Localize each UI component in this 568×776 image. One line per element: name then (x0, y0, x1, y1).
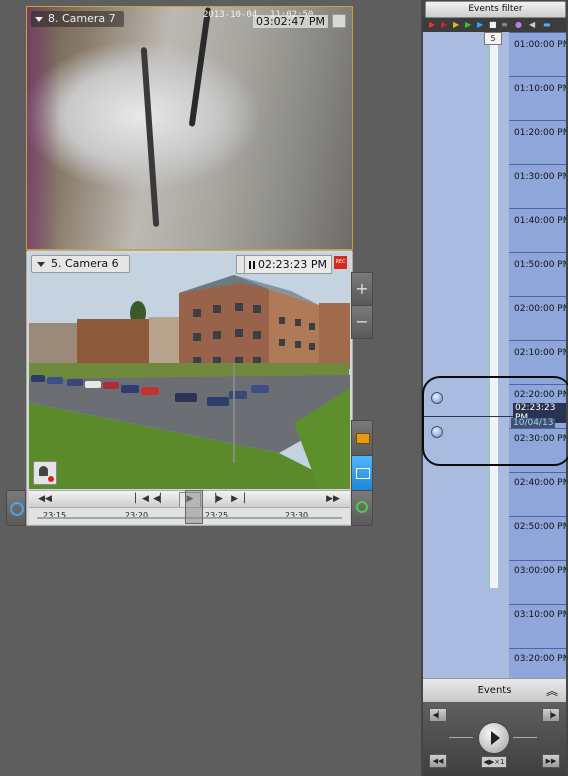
warning-event-icon[interactable]: ▶ (453, 21, 459, 29)
camera-7-menu-button[interactable] (332, 14, 346, 28)
tick-line (509, 472, 566, 473)
next-frame-button[interactable]: ▶▕ (231, 493, 245, 505)
time-label: 02:00:00 PM (514, 304, 566, 314)
pause-icon (248, 261, 255, 269)
step-back-button[interactable]: ◀▏ (153, 493, 167, 505)
highlight-oval (422, 376, 568, 466)
time-label: 03:20:00 PM (514, 654, 566, 664)
time-label: 02:10:00 PM (514, 348, 566, 358)
skip-start-button[interactable]: ◀◀ (37, 493, 53, 505)
camera-7-title[interactable]: 8. Camera 7 (31, 11, 124, 27)
film-icon (356, 468, 370, 479)
time-label: 03:10:00 PM (514, 610, 566, 620)
tick-line (509, 76, 566, 77)
bell-icon (39, 466, 48, 476)
events-filter-button[interactable]: Events filter (425, 1, 566, 18)
search-icon (356, 501, 368, 513)
skip-start-button[interactable]: ◀◀ (429, 754, 447, 768)
time-label: 01:00:00 PM (514, 40, 566, 50)
monitor-button[interactable] (351, 420, 373, 456)
tick-line (509, 252, 566, 253)
page-event-icon[interactable]: ■ (489, 21, 497, 29)
time-label: 01:10:00 PM (514, 84, 566, 94)
time-label: 02:40:00 PM (514, 478, 566, 488)
alarm-button[interactable] (33, 461, 57, 485)
search-button[interactable] (351, 490, 373, 526)
monitor-icon (356, 433, 370, 444)
archive-mode-button[interactable] (6, 490, 26, 526)
step-back-button[interactable]: ◀▏ (429, 708, 447, 722)
list-event-icon[interactable]: ≡ (501, 21, 508, 29)
timeline-cursor[interactable] (185, 490, 203, 524)
motion-event-icon[interactable]: ▶ (465, 21, 471, 29)
tick-line (509, 32, 566, 33)
record-dot-icon (48, 476, 54, 482)
chevron-down-icon (35, 16, 43, 22)
skip-end-button[interactable]: ▶▶ (325, 493, 341, 505)
tick-line (509, 296, 566, 297)
events-timeline[interactable]: 5 01:00:00 PM 01:10:00 PM 01:20:00 PM 01… (423, 32, 566, 678)
sound-event-icon[interactable]: ◀ (529, 21, 535, 29)
step-forward-button[interactable]: ▕▶ (542, 708, 560, 722)
camera-7-video (27, 7, 352, 249)
tick-line (509, 560, 566, 561)
camera-6-title-text: 5. Camera 6 (51, 257, 119, 270)
zoom-in-button[interactable]: + (351, 272, 373, 306)
chevron-up-icon[interactable]: ︽ (546, 679, 558, 703)
campus-scene (29, 253, 350, 489)
camera-6-time: 02:23:23 PM (243, 255, 332, 274)
playback-panel: ◀▏ ▕▶ ◀▶×1 ◀◀ ▶▶ (423, 702, 566, 776)
scale-badge: 5 (484, 32, 502, 45)
camera-6-video (29, 253, 350, 489)
timeline-scale-slider[interactable] (489, 32, 498, 588)
speed-track (513, 737, 537, 738)
time-label: 01:50:00 PM (514, 260, 566, 270)
time-label: 01:20:00 PM (514, 128, 566, 138)
comment-event-icon[interactable]: ▬ (543, 21, 551, 29)
events-panel: Events filter ▶ ▶ ▶ ▶ ▶ ■ ≡ ● ◀ ▬ 5 01:0… (421, 0, 568, 776)
events-header-label: Events (477, 685, 512, 696)
speed-indicator[interactable]: ◀▶×1 (481, 756, 507, 768)
face-event-icon[interactable]: ● (515, 21, 522, 29)
play-icon[interactable] (478, 722, 510, 754)
tick-line (509, 120, 566, 121)
rec-icon[interactable]: REC (334, 256, 347, 269)
camera-7-time: 03:02:47 PM (252, 15, 328, 28)
camera-6-title[interactable]: 5. Camera 6 (31, 255, 130, 273)
time-label: 02:50:00 PM (514, 522, 566, 532)
camera-7-osd-date: 2013-10-04 (203, 10, 258, 20)
clock-icon (10, 502, 24, 516)
step-forward-button[interactable]: ▕▶ (209, 493, 223, 505)
skip-end-button[interactable]: ▶▶ (542, 754, 560, 768)
zoom-out-button[interactable]: − (351, 305, 373, 339)
tick-line (509, 516, 566, 517)
tick-line (509, 164, 566, 165)
speed-track (449, 737, 473, 738)
camera-6-time-text: 02:23:23 PM (257, 258, 327, 271)
camera-6-tile[interactable]: 5. Camera 6 02:23:23 PM REC ◀◀ ▏◀ ◀▏ ▶ ▕… (26, 250, 353, 526)
camera-6-timeline[interactable]: 23:15 23:20 23:25 23:30 (29, 490, 350, 524)
info-event-icon[interactable]: ▶ (477, 21, 483, 29)
tick-line (509, 648, 566, 649)
chevron-down-icon (37, 261, 45, 267)
alarm-event-icon[interactable]: ▶ (441, 21, 447, 29)
tick-line (509, 208, 566, 209)
time-label: 03:00:00 PM (514, 566, 566, 576)
tick-line (509, 340, 566, 341)
time-label: 01:30:00 PM (514, 172, 566, 182)
time-label: 01:40:00 PM (514, 216, 566, 226)
timeline-mode-button[interactable] (351, 455, 373, 491)
event-type-icons: ▶ ▶ ▶ ▶ ▶ ■ ≡ ● ◀ ▬ (423, 18, 566, 32)
events-header[interactable]: Events ︽ (423, 678, 566, 703)
red-event-icon[interactable]: ▶ (429, 21, 435, 29)
camera-7-title-text: 8. Camera 7 (48, 12, 116, 25)
tick-line (509, 604, 566, 605)
prev-frame-button[interactable]: ▏◀ (135, 493, 149, 505)
camera-7-tile[interactable]: 8. Camera 7 2013-10-04 11:02:50 03:02:47… (26, 6, 353, 250)
